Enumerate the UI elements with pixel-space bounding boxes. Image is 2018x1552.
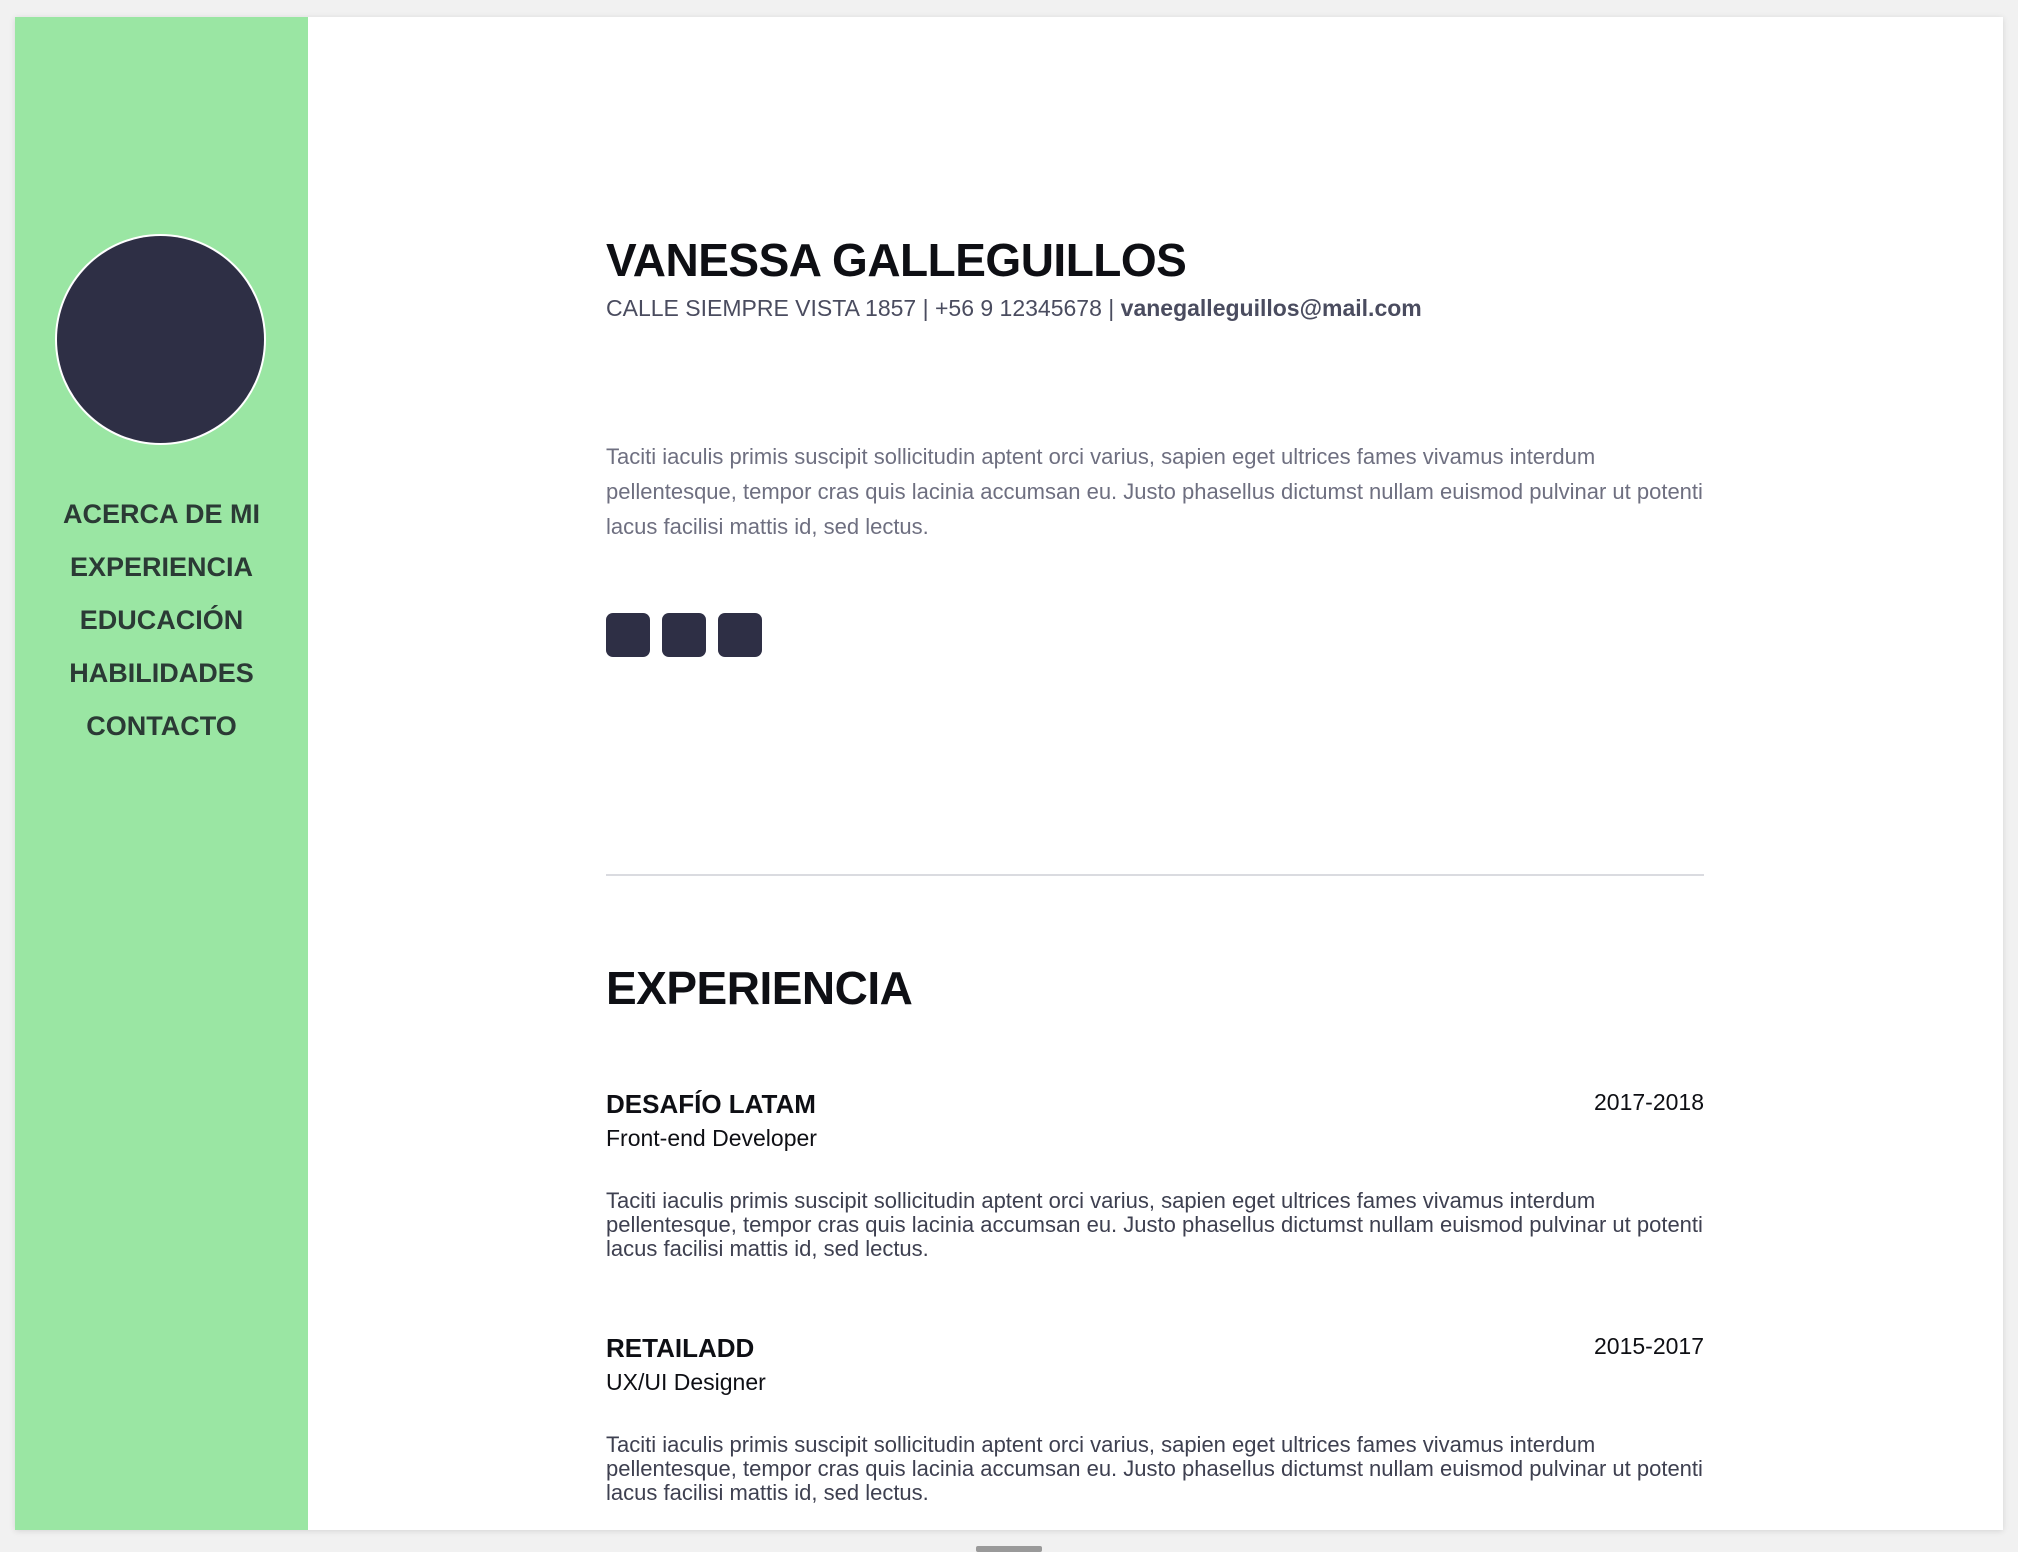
section-divider bbox=[606, 874, 1704, 876]
social-icon-2[interactable] bbox=[662, 613, 706, 657]
resume-page: ACERCA DE MI EXPERIENCIA EDUCACIÓN HABIL… bbox=[15, 17, 2003, 1530]
nav-item-experiencia[interactable]: EXPERIENCIA bbox=[15, 541, 308, 594]
job-company: DESAFÍO LATAM bbox=[606, 1089, 816, 1119]
social-links bbox=[606, 613, 762, 657]
main-content: VANESSA GALLEGUILLOS CALLE SIEMPRE VISTA… bbox=[606, 17, 1704, 1530]
about-text: Taciti iaculis primis suscipit sollicitu… bbox=[606, 444, 1703, 539]
social-icon-1[interactable] bbox=[606, 613, 650, 657]
job-description: Taciti iaculis primis suscipit sollicitu… bbox=[606, 1188, 1703, 1261]
job-role: UX/UI Designer bbox=[606, 1369, 766, 1395]
contact-details: CALLE SIEMPRE VISTA 1857 | +56 9 1234567… bbox=[606, 295, 1121, 321]
avatar bbox=[57, 236, 264, 443]
scrollbar-thumb[interactable] bbox=[976, 1546, 1042, 1552]
job-role: Front-end Developer bbox=[606, 1125, 817, 1151]
nav-item-educacion[interactable]: EDUCACIÓN bbox=[15, 594, 308, 647]
sidebar: ACERCA DE MI EXPERIENCIA EDUCACIÓN HABIL… bbox=[15, 17, 308, 1530]
person-name: VANESSA GALLEGUILLOS bbox=[606, 234, 1187, 286]
job-description: Taciti iaculis primis suscipit sollicitu… bbox=[606, 1432, 1703, 1505]
experience-title: EXPERIENCIA bbox=[606, 962, 913, 1014]
contact-line: CALLE SIEMPRE VISTA 1857 | +56 9 1234567… bbox=[606, 295, 1422, 322]
job-company: RETAILADD bbox=[606, 1333, 755, 1363]
job-years: 2017-2018 bbox=[1594, 1089, 1704, 1115]
nav-item-contacto[interactable]: CONTACTO bbox=[15, 700, 308, 753]
nav-item-acerca-de-mi[interactable]: ACERCA DE MI bbox=[15, 488, 308, 541]
social-icon-3[interactable] bbox=[718, 613, 762, 657]
job-years: 2015-2017 bbox=[1594, 1333, 1704, 1359]
sidebar-nav: ACERCA DE MI EXPERIENCIA EDUCACIÓN HABIL… bbox=[15, 488, 308, 753]
email-link[interactable]: vanegalleguillos@mail.com bbox=[1121, 295, 1422, 321]
nav-item-habilidades[interactable]: HABILIDADES bbox=[15, 647, 308, 700]
